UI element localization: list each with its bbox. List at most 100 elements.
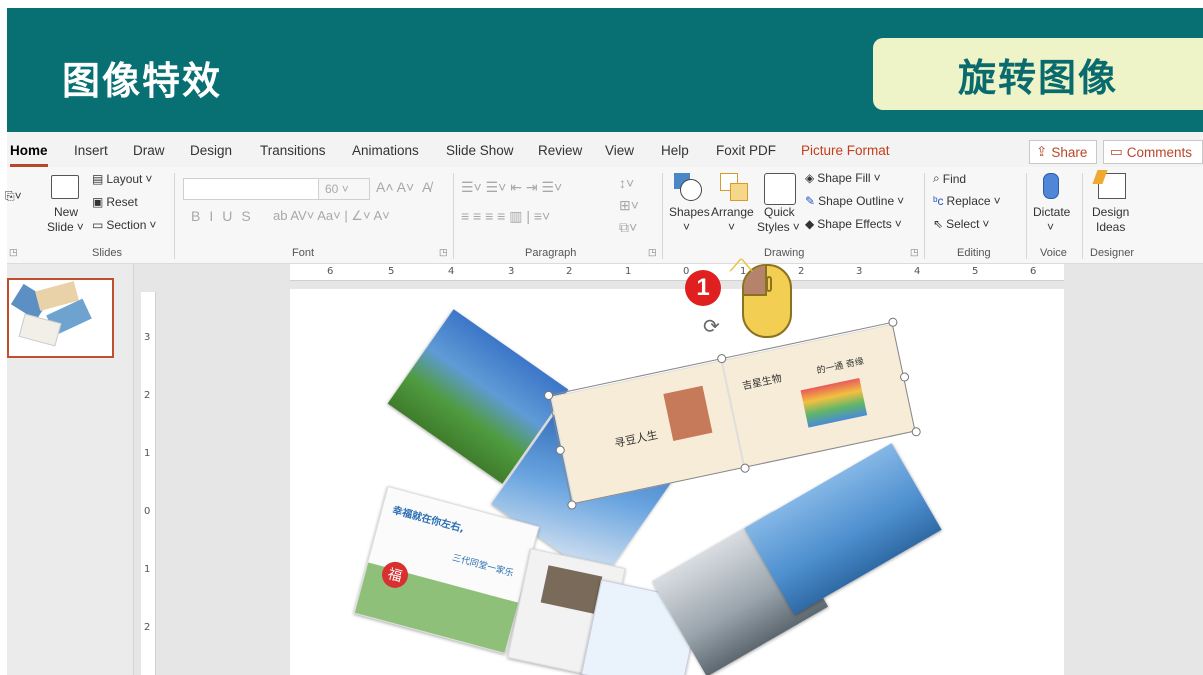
rotate-handle-icon[interactable]: ⟳ [703, 314, 720, 338]
group-label-slides: Slides [92, 247, 122, 259]
separator [453, 173, 454, 259]
slide-canvas[interactable]: 幸福就在你左右, 三代同堂一家乐 福 寻豆人生 吉星生物 的一通 奇缘 [290, 289, 1064, 675]
arrange-icon[interactable] [720, 173, 750, 203]
resize-handle[interactable] [887, 316, 899, 328]
quick-styles-icon[interactable] [764, 173, 796, 205]
clear-format-icon[interactable]: A̸ [422, 179, 431, 195]
select-button[interactable]: ⇖ Select ˅ [933, 217, 989, 231]
ruler-number: 2 [566, 266, 573, 277]
design-ideas-label2[interactable]: Ideas [1096, 220, 1125, 234]
align-text-icon[interactable]: ⊞˅ [619, 197, 639, 214]
chevron-down-icon: ˅ [76, 220, 84, 234]
chevron-down-icon: ˅ [149, 218, 157, 232]
layout-icon: ▤ [92, 172, 104, 186]
bullets-icon[interactable]: ☰˅ ☰˅ ⇤ ⇥ ☰˅ [461, 179, 562, 196]
replace-button[interactable]: ᵇc Replace ˅ [933, 194, 1001, 208]
resize-handle[interactable] [910, 426, 922, 438]
smartart-icon[interactable]: ⧉˅ [619, 219, 637, 236]
tab-review[interactable]: Review [538, 143, 582, 158]
replace-icon: ᵇc [933, 194, 944, 208]
ruler-number: 3 [144, 332, 151, 343]
chevron-down-icon[interactable]: ˅ [1047, 220, 1054, 234]
comment-icon: ▭ [1110, 144, 1123, 159]
design-ideas-icon[interactable] [1092, 170, 1126, 199]
tab-help[interactable]: Help [661, 143, 689, 158]
section-button[interactable]: ▭ Section ˅ [92, 218, 156, 232]
text-direction-icon[interactable]: ↕˅ [619, 175, 634, 191]
tab-insert[interactable]: Insert [74, 143, 108, 158]
tab-home[interactable]: Home [10, 143, 48, 167]
chevron-down-icon[interactable]: ˅ [728, 220, 735, 234]
ruler-number: 6 [1030, 266, 1037, 277]
ruler-number: 3 [856, 266, 863, 277]
shape-fill-button[interactable]: ◈ Shape Fill ˅ [805, 171, 881, 185]
dialog-launcher-icon[interactable]: ◳ [648, 247, 657, 258]
group-label-designer: Designer [1090, 247, 1135, 259]
font-extra-buttons[interactable]: ab AV˅ Aa˅ | ∠˅ A˅ [273, 208, 390, 224]
vertical-ruler[interactable]: 3 2 1 0 1 2 [141, 292, 156, 675]
reset-button[interactable]: ▣ Reset [92, 195, 138, 209]
tab-design[interactable]: Design [190, 143, 232, 158]
shapes-icon[interactable] [674, 173, 706, 203]
new-slide-label[interactable]: New [54, 205, 78, 219]
tab-picture-format[interactable]: Picture Format [801, 143, 890, 158]
new-slide-label2: Slide [47, 220, 74, 234]
shape-effects-button[interactable]: ◆ Shape Effects ˅ [805, 217, 902, 231]
tab-draw[interactable]: Draw [133, 143, 165, 158]
ruler-number: 6 [327, 266, 334, 277]
banner-tag: 旋转图像 [873, 38, 1203, 110]
shape-outline-label: Shape Outline [818, 194, 895, 208]
slide-thumbnail-pane[interactable] [7, 264, 134, 675]
ribbon: ⎘˅ New Slide ˅ ▤ Layout ˅ ▣ Reset ▭ Section ˅ … [5, 167, 1203, 264]
separator [1082, 173, 1083, 259]
comments-button[interactable]: ▭ Comments [1103, 140, 1203, 164]
font-size-input[interactable]: 60 ˅ [318, 178, 370, 200]
tab-foxit-pdf[interactable]: Foxit PDF [716, 143, 776, 158]
quick-styles-label1[interactable]: Quick [764, 205, 795, 219]
paint-bucket-icon: ◈ [805, 171, 815, 185]
ribbon-tabs: Home Insert Draw Design Transitions Anim… [7, 137, 1203, 167]
new-slide-icon[interactable] [51, 175, 79, 199]
section-label: Section [106, 218, 147, 232]
shape-effects-label: Shape Effects [817, 217, 892, 231]
chevron-down-icon: ˅ [982, 217, 990, 231]
chevron-down-icon: ˅ [792, 220, 800, 234]
dictate-label[interactable]: Dictate [1033, 205, 1070, 219]
tab-slide-show[interactable]: Slide Show [446, 143, 514, 158]
new-slide-dropdown[interactable]: Slide ˅ [47, 220, 84, 234]
chevron-down-icon[interactable]: ˅ [683, 220, 690, 234]
tab-animations[interactable]: Animations [352, 143, 419, 158]
font-style-buttons[interactable]: BIUS [191, 208, 260, 224]
slide-thumbnail[interactable] [7, 278, 114, 358]
shape-outline-button[interactable]: ✎ Shape Outline ˅ [805, 194, 904, 208]
grow-font-icon[interactable]: A˄ A˅ [376, 179, 414, 195]
dialog-launcher-icon[interactable]: ◳ [9, 247, 18, 258]
arrange-label[interactable]: Arrange [711, 205, 754, 219]
layout-button[interactable]: ▤ Layout ˅ [92, 172, 152, 186]
alignment-icons[interactable]: ≡ ≡ ≡ ≡ ▥ | ≡˅ [461, 208, 550, 225]
design-ideas-label1[interactable]: Design [1092, 205, 1129, 219]
separator [662, 173, 663, 259]
chevron-down-icon: ˅ [993, 194, 1001, 208]
ruler-number: 2 [144, 390, 151, 401]
shapes-label[interactable]: Shapes [669, 205, 710, 219]
group-label-editing: Editing [957, 247, 991, 259]
microphone-icon[interactable] [1043, 173, 1059, 199]
separator [1026, 173, 1027, 259]
quick-styles-dropdown[interactable]: Styles ˅ [757, 220, 800, 234]
chevron-down-icon: ˅ [897, 194, 905, 208]
comments-label: Comments [1126, 144, 1193, 160]
dialog-launcher-icon[interactable]: ◳ [439, 247, 448, 258]
share-button[interactable]: ⇪ Share [1029, 140, 1097, 164]
separator [924, 173, 925, 259]
tab-view[interactable]: View [605, 143, 634, 158]
resize-handle[interactable] [899, 371, 910, 383]
font-size-value: 60 [325, 182, 339, 196]
horizontal-ruler[interactable]: 6 5 4 3 2 1 0 1 2 3 4 5 6 [290, 264, 1064, 281]
paste-icon[interactable]: ⎘˅ [5, 189, 22, 204]
replace-label: Replace [946, 194, 991, 208]
find-button[interactable]: ⌕ Find [933, 171, 966, 186]
section-icon: ▭ [92, 218, 104, 232]
tab-transitions[interactable]: Transitions [260, 143, 326, 158]
dialog-launcher-icon[interactable]: ◳ [910, 247, 919, 258]
